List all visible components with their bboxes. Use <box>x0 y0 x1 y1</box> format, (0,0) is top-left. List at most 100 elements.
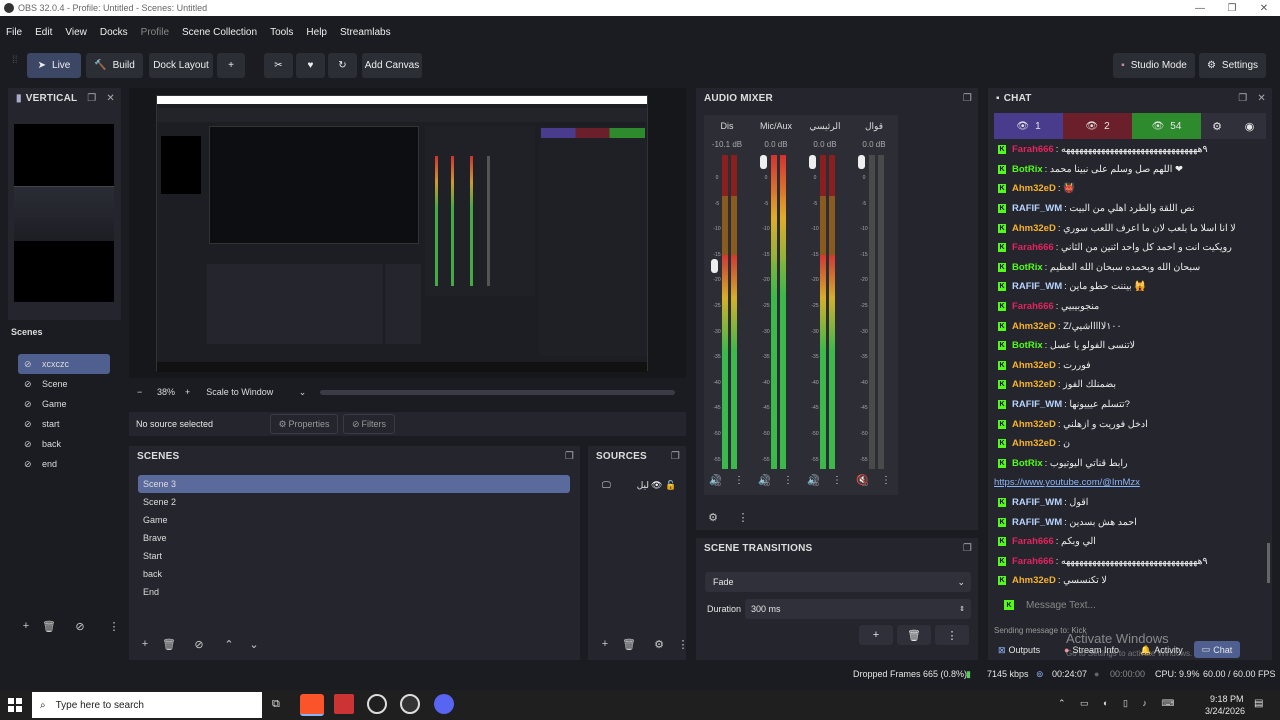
visibility-icon[interactable]: 👁 <box>651 480 662 491</box>
minimize-icon[interactable]: — <box>1184 3 1216 14</box>
vertical-scene-item[interactable]: ⊘ end <box>18 454 110 474</box>
vertical-scene-item[interactable]: ⊘ Scene <box>18 374 110 394</box>
menu-help[interactable]: Help <box>306 27 327 38</box>
undock-icon[interactable]: ❐ <box>671 451 680 462</box>
menu-streamlabs[interactable]: Streamlabs <box>340 27 391 38</box>
speaker-icon[interactable]: 🔊 <box>807 475 819 486</box>
undock-icon[interactable]: ❐ <box>565 451 574 462</box>
add-scene-icon[interactable]: + <box>137 636 153 652</box>
add-dock-button[interactable]: + <box>217 53 245 78</box>
trash-icon[interactable]: 🗑 <box>161 636 177 652</box>
add-source-icon[interactable]: + <box>597 636 613 652</box>
more-icon[interactable]: ⋮ <box>735 509 751 525</box>
more-icon[interactable]: ⋮ <box>675 636 691 652</box>
chat-settings-button[interactable]: ⚙ <box>1201 113 1233 139</box>
chat-username[interactable]: Ahm32eD <box>1012 379 1056 390</box>
chat-username[interactable]: Farah666 <box>1012 556 1054 567</box>
build-button[interactable]: 🔨 Build <box>86 53 143 78</box>
maximize-icon[interactable]: ❐ <box>1216 3 1248 14</box>
volume-slider-handle[interactable] <box>760 155 767 169</box>
taskbar-search[interactable]: ⌕ Type here to search <box>32 692 262 718</box>
source-item[interactable]: 🖵 ليل 👁 🔓 <box>602 478 682 492</box>
vertical-scene-item[interactable]: ⊘ start <box>18 414 110 434</box>
live-button[interactable]: ➤ Live <box>27 53 81 78</box>
scene-item[interactable]: Scene 2 <box>138 493 570 511</box>
program-preview[interactable] <box>129 88 686 378</box>
chat-message-list[interactable]: K Farah666: ٩هههههههههههههههههههههههههههه… <box>994 140 1262 588</box>
move-down-icon[interactable]: ⌄ <box>246 636 262 652</box>
scene-item[interactable]: back <box>138 565 570 583</box>
filters-button[interactable]: ⊘ Filters <box>343 414 395 434</box>
notification-icon[interactable]: ▤ <box>1254 698 1263 709</box>
add-scene-icon[interactable]: + <box>18 618 34 634</box>
menu-profile[interactable]: Profile <box>141 27 169 38</box>
chat-username[interactable]: Farah666 <box>1012 301 1054 312</box>
channel-menu-icon[interactable]: ⋮ <box>783 475 793 486</box>
tools-button[interactable]: ✂ <box>264 53 293 78</box>
viewers-count-2[interactable]: 👁 2 <box>1063 113 1132 139</box>
chat-username[interactable]: RAFIF_WM <box>1012 203 1062 214</box>
volume-slider-handle[interactable] <box>858 155 865 169</box>
chat-username[interactable]: RAFIF_WM <box>1012 399 1062 410</box>
menu-tools[interactable]: Tools <box>270 27 293 38</box>
lock-icon[interactable]: 🔓 <box>665 480 676 491</box>
viewers-count-3[interactable]: 👁 54 <box>1132 113 1201 139</box>
muted-speaker-icon[interactable]: 🔇 <box>856 475 868 486</box>
undock-icon[interactable]: ❐ <box>963 93 972 104</box>
chat-username[interactable]: Ahm32eD <box>1012 360 1056 371</box>
menu-scene-collection[interactable]: Scene Collection <box>182 27 257 38</box>
obs-icon[interactable] <box>400 694 420 714</box>
chat-username[interactable]: Ahm32eD <box>1012 223 1056 234</box>
studio-mode-button[interactable]: ▪ Studio Mode <box>1113 53 1195 78</box>
zoom-out-button[interactable]: − <box>137 387 149 397</box>
duration-input[interactable]: 300 ms ⇕ <box>745 599 971 619</box>
undock-icon[interactable]: ❐ <box>87 93 96 104</box>
menu-edit[interactable]: Edit <box>35 27 52 38</box>
favorite-button[interactable]: ♥ <box>296 53 325 78</box>
scene-item[interactable]: Scene 3 <box>138 475 570 493</box>
chat-username[interactable]: RAFIF_WM <box>1012 517 1062 528</box>
remove-transition-button[interactable]: 🗑 <box>897 625 931 645</box>
app-icon[interactable] <box>334 694 354 714</box>
chat-link[interactable]: https://www.youtube.com/@ImMzx <box>994 477 1140 488</box>
app-icon[interactable] <box>434 694 454 714</box>
chat-username[interactable]: Ahm32eD <box>1012 183 1056 194</box>
menu-docks[interactable]: Docks <box>100 27 128 38</box>
transition-select[interactable]: Fade ⌄ <box>705 572 971 592</box>
channel-menu-icon[interactable]: ⋮ <box>832 475 842 486</box>
speaker-icon[interactable]: 🔊 <box>758 475 770 486</box>
outputs-tab[interactable]: ⊠ Outputs <box>998 645 1040 656</box>
close-icon[interactable]: ✕ <box>106 93 115 104</box>
scene-item[interactable]: Brave <box>138 529 570 547</box>
chat-username[interactable]: BotRix <box>1012 340 1043 351</box>
chat-username[interactable]: Ahm32eD <box>1012 575 1056 586</box>
chat-username[interactable]: BotRix <box>1012 458 1043 469</box>
chat-username[interactable]: RAFIF_WM <box>1012 497 1062 508</box>
close-icon[interactable]: ✕ <box>1257 93 1266 104</box>
undock-icon[interactable]: ❐ <box>1238 93 1247 104</box>
chat-username[interactable]: Ahm32eD <box>1012 419 1056 430</box>
menu-file[interactable]: File <box>6 27 22 38</box>
chat-username[interactable]: Ahm32eD <box>1012 321 1056 332</box>
settings-button[interactable]: ⚙ Settings <box>1199 53 1266 78</box>
chat-username[interactable]: Farah666 <box>1012 242 1054 253</box>
channel-menu-icon[interactable]: ⋮ <box>734 475 744 486</box>
trash-icon[interactable]: 🗑 <box>621 636 637 652</box>
scene-item[interactable]: Game <box>138 511 570 529</box>
scale-mode-select[interactable]: Scale to Window ⌄ <box>206 387 306 398</box>
zoom-in-button[interactable]: + <box>185 387 190 397</box>
volume-slider-handle[interactable] <box>809 155 816 169</box>
add-canvas-button[interactable]: Add Canvas <box>362 53 422 78</box>
brave-icon[interactable] <box>300 694 324 716</box>
scene-item[interactable]: End <box>138 583 570 601</box>
more-icon[interactable]: ⋮ <box>106 618 122 634</box>
add-transition-button[interactable]: + <box>859 625 893 645</box>
refresh-button[interactable]: ↻ <box>328 53 357 78</box>
undock-icon[interactable]: ❐ <box>963 543 972 554</box>
filter-icon[interactable]: ⊘ <box>191 636 207 652</box>
task-view-icon[interactable]: ⧉ <box>272 698 280 711</box>
chat-popout-button[interactable]: ◉ <box>1233 113 1266 139</box>
vertical-scene-item[interactable]: ⊘ xcxczc <box>18 354 110 374</box>
volume-slider-handle[interactable] <box>711 259 718 273</box>
vertical-preview[interactable] <box>14 124 114 302</box>
